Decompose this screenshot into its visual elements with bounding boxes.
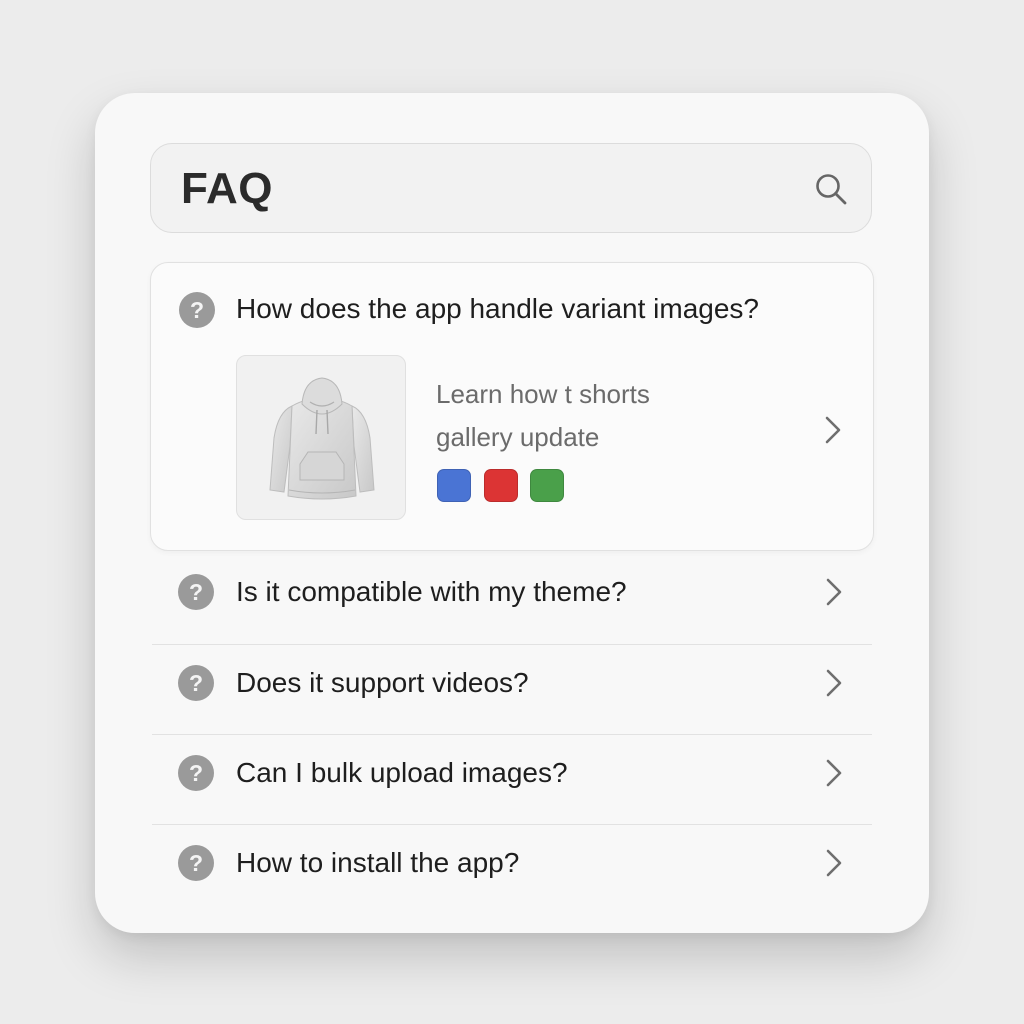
color-swatch-green[interactable]: [530, 469, 564, 502]
faq-question: Does it support videos?: [236, 667, 529, 698]
search-bar[interactable]: FAQ: [150, 143, 872, 233]
search-icon[interactable]: [813, 171, 849, 207]
chevron-right-icon[interactable]: [823, 415, 843, 445]
chevron-right-icon[interactable]: [824, 758, 844, 788]
divider: [152, 734, 872, 735]
faq-item[interactable]: ? Does it support videos?: [152, 646, 872, 736]
faq-card: FAQ ? How does the app handle variant im…: [95, 93, 929, 933]
faq-question: Can I bulk upload images?: [236, 757, 568, 788]
question-icon: ?: [178, 845, 214, 881]
hoodie-image: [269, 377, 375, 500]
question-icon: ?: [178, 574, 214, 610]
question-icon: ?: [179, 292, 215, 328]
faq-item[interactable]: ? Can I bulk upload images?: [152, 736, 872, 826]
chevron-right-icon[interactable]: [824, 848, 844, 878]
question-icon: ?: [178, 665, 214, 701]
preview-text-line-2: gallery update: [436, 422, 600, 452]
color-swatch-red[interactable]: [484, 469, 518, 502]
faq-item[interactable]: ? Is it compatible with my theme?: [152, 555, 872, 645]
faq-item-expanded[interactable]: ? How does the app handle variant images…: [150, 262, 874, 551]
faq-question: Is it compatible with my theme?: [236, 576, 627, 607]
color-swatch-blue[interactable]: [437, 469, 471, 502]
faq-title: FAQ: [181, 164, 273, 213]
faq-item[interactable]: ? How to install the app?: [152, 826, 872, 916]
faq-question: How does the app handle variant images?: [236, 293, 760, 324]
question-icon: ?: [178, 755, 214, 791]
product-thumbnail: [236, 355, 406, 520]
divider: [152, 824, 872, 825]
chevron-right-icon[interactable]: [824, 577, 844, 607]
divider: [152, 644, 872, 645]
preview-text-line-1: Learn how t shorts: [436, 379, 650, 409]
faq-question: How to install the app?: [236, 847, 520, 878]
chevron-right-icon[interactable]: [824, 668, 844, 698]
